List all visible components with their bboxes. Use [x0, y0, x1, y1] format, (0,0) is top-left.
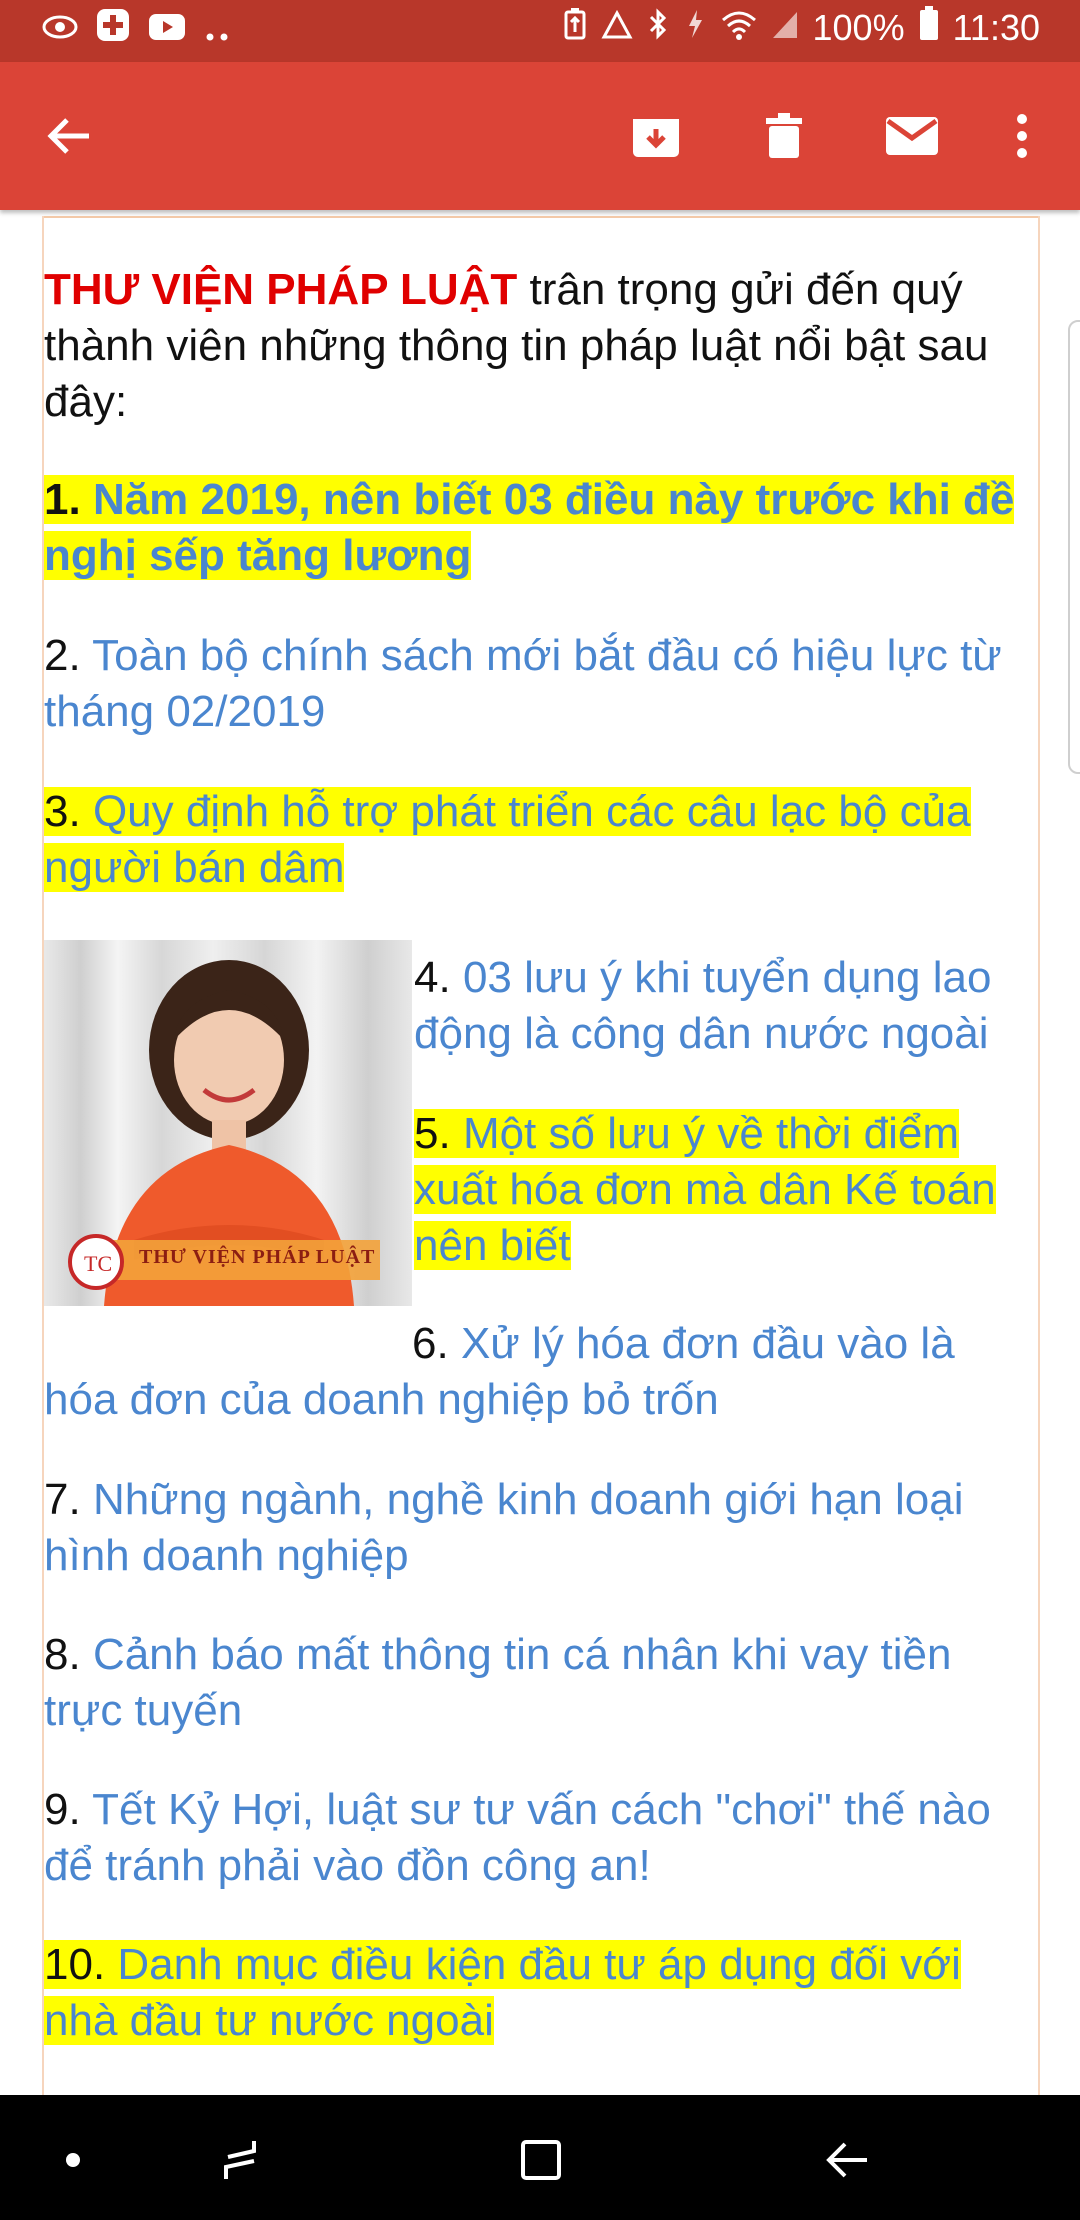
list-item-4: 4. 03 lưu ý khi tuyển dụng lao động là c…	[414, 950, 1034, 1062]
item-link[interactable]: Cảnh báo mất thông tin cá nhân khi vay t…	[44, 1630, 952, 1735]
photo-caption: THƯ VIỆN PHÁP LUẬT	[139, 1246, 376, 1268]
home-icon	[521, 2140, 561, 2180]
battery-icon	[919, 6, 939, 49]
item-link[interactable]: Xử lý hóa đơn đầu vào là hóa đơn của doa…	[44, 1319, 955, 1424]
item-number: 4.	[414, 953, 451, 1002]
frame-border-right	[1038, 216, 1040, 2095]
list-item-9: 9. Tết Kỷ Hợi, luật sư tư vấn cách "chơi…	[44, 1782, 1034, 1894]
item-link[interactable]: Quy định hỗ trợ phát triển các câu lạc b…	[44, 787, 971, 892]
nav-recents-button[interactable]	[206, 2125, 276, 2195]
item-link[interactable]: Những ngành, nghề kinh doanh giới hạn lo…	[44, 1475, 963, 1580]
list-item-2: 2. Toàn bộ chính sách mới bắt đầu có hiệ…	[44, 628, 1034, 740]
list-item-3: 3. Quy định hỗ trợ phát triển các câu lạ…	[44, 784, 1034, 896]
intro-paragraph: THƯ VIỆN PHÁP LUẬT trân trọng gửi đến qu…	[44, 262, 1024, 430]
delete-icon	[766, 113, 802, 158]
youtube-icon	[148, 9, 186, 51]
battery-saver-icon	[563, 7, 587, 49]
archive-icon	[633, 119, 679, 157]
item-link[interactable]: Danh mục điều kiện đầu tư áp dụng đối vớ…	[44, 1940, 961, 2045]
list-item-10: 10. Danh mục điều kiện đầu tư áp dụng đố…	[44, 1937, 1034, 2049]
recycle-icon	[600, 7, 633, 49]
nav-dot-button[interactable]	[38, 2125, 108, 2195]
item-number: 5.	[414, 1109, 451, 1158]
battery-percent: 100%	[812, 6, 905, 48]
brand-name: THƯ VIỆN PHÁP LUẬT	[44, 265, 518, 314]
bluetooth-icon	[647, 7, 669, 49]
email-body[interactable]: THƯ VIỆN PHÁP LUẬT trân trọng gửi đến qu…	[0, 210, 1080, 2095]
frame-border-top	[44, 216, 1040, 218]
back-button[interactable]	[36, 102, 104, 170]
item-link[interactable]: Một số lưu ý về thời điểm xuất hóa đơn m…	[414, 1109, 996, 1270]
svg-text:TC: TC	[84, 1251, 112, 1276]
list-item-5: 5. Một số lưu ý về thời điểm xuất hóa đơ…	[414, 1106, 1034, 1274]
nav-home-button[interactable]	[508, 2125, 578, 2195]
item-number: 8.	[44, 1630, 81, 1679]
list-item-7: 7. Những ngành, nghề kinh doanh giới hạn…	[44, 1472, 1034, 1584]
item-number: 9.	[44, 1785, 81, 1834]
clock: 11:30	[952, 6, 1040, 48]
overflow-menu-button[interactable]	[988, 102, 1056, 170]
navigation-bar	[0, 2095, 1080, 2220]
delete-button[interactable]	[750, 102, 818, 170]
mark-unread-icon	[886, 117, 938, 155]
eye-icon	[42, 9, 78, 51]
item-number: 7.	[44, 1475, 81, 1524]
wifi-icon	[721, 7, 757, 49]
article-photo[interactable]: TC THƯ VIỆN PHÁP LUẬT	[44, 940, 412, 1306]
dot-icon	[66, 2153, 80, 2167]
data-icon	[683, 7, 707, 49]
item-number: 6.	[412, 1319, 449, 1368]
item-number: 2.	[44, 631, 81, 680]
item-link[interactable]: 03 lưu ý khi tuyển dụng lao động là công…	[414, 953, 991, 1058]
app-bar	[0, 62, 1080, 210]
status-right-icons: 100% 11:30	[563, 6, 1040, 49]
archive-button[interactable]	[622, 102, 690, 170]
list-item-1: 1. Năm 2019, nên biết 03 điều này trước …	[44, 472, 1034, 584]
status-left-icons	[42, 8, 230, 51]
item-number: 3.	[44, 787, 81, 836]
item-link[interactable]: Năm 2019, nên biết 03 điều này trước khi…	[44, 475, 1014, 580]
recents-icon	[224, 2141, 256, 2179]
mark-unread-button[interactable]	[878, 102, 946, 170]
back-arrow-icon	[47, 118, 89, 154]
list-item-6: 6. Xử lý hóa đơn đầu vào là hóa đơn của …	[44, 1316, 1034, 1428]
item-link[interactable]: Tết Kỷ Hợi, luật sư tư vấn cách "chơi" t…	[44, 1785, 991, 1890]
more-dots-icon	[204, 9, 230, 51]
overflow-menu-icon	[1017, 114, 1027, 158]
signal-icon	[771, 7, 799, 49]
item-link[interactable]: Toàn bộ chính sách mới bắt đầu có hiệu l…	[44, 631, 1002, 736]
item-number: 1.	[44, 475, 81, 524]
item-number: 10.	[44, 1940, 106, 1989]
plus-icon	[96, 8, 130, 51]
nav-back-button[interactable]	[812, 2125, 882, 2195]
list-item-8: 8. Cảnh báo mất thông tin cá nhân khi va…	[44, 1627, 1034, 1739]
scroll-handle[interactable]	[1068, 320, 1080, 774]
status-bar: 100% 11:30	[0, 0, 1080, 62]
back-icon	[826, 2142, 867, 2178]
